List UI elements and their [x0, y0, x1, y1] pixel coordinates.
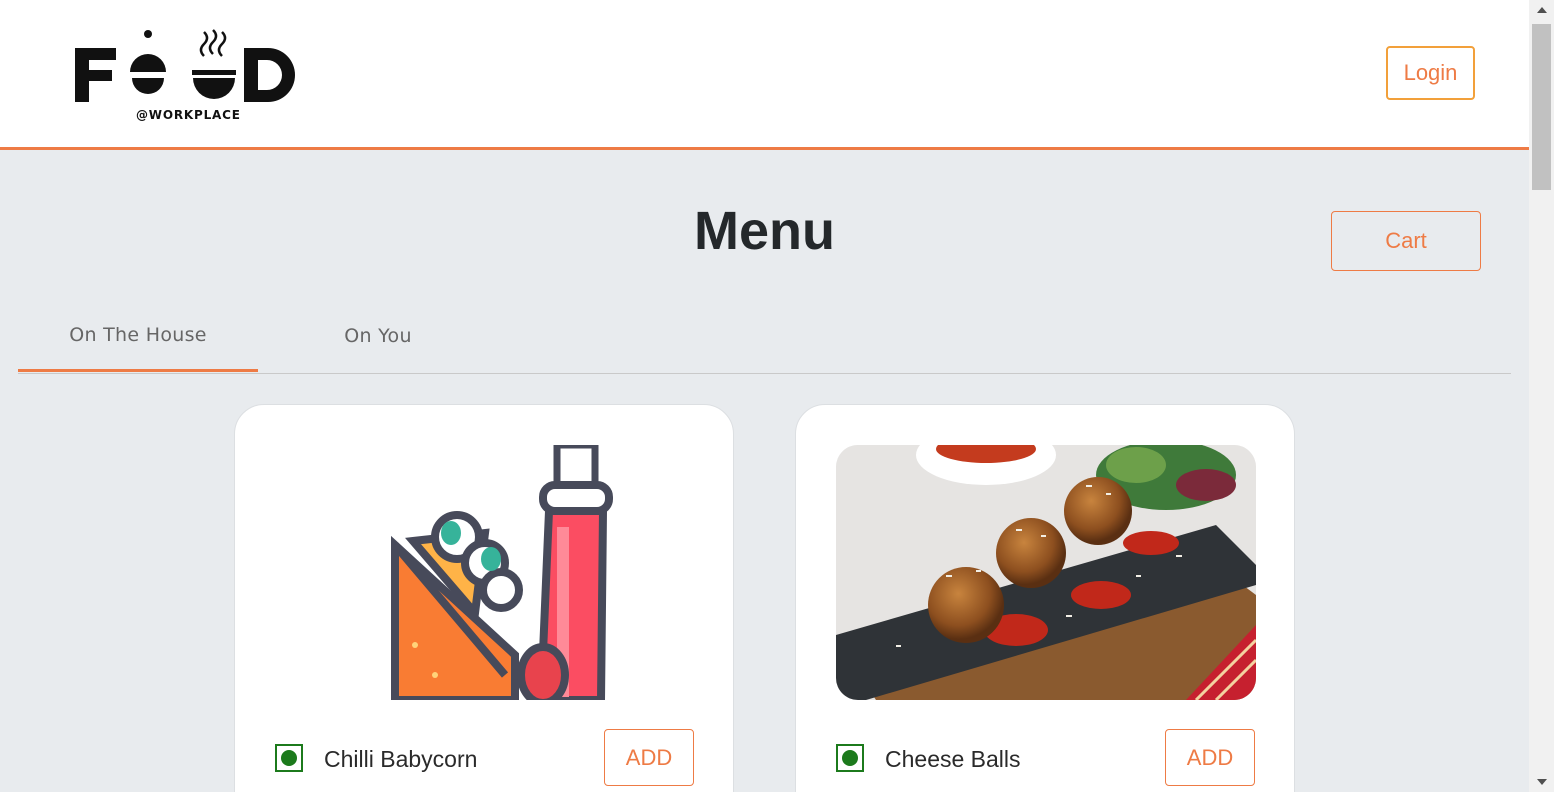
- veg-indicator-icon: [275, 744, 303, 772]
- wrap-and-ketchup-illustration: [275, 445, 695, 700]
- scroll-down-arrow-icon[interactable]: [1529, 772, 1554, 792]
- add-to-cart-button[interactable]: ADD: [1165, 729, 1255, 786]
- menu-item-card: Cheese Balls ADD: [795, 404, 1295, 792]
- cheese-balls-photo: [836, 445, 1256, 700]
- page-title: Menu: [694, 201, 835, 261]
- logo-subtext: @WORKPLACE: [136, 108, 241, 122]
- food-workplace-logo[interactable]: @WORKPLACE: [72, 26, 304, 126]
- login-button[interactable]: Login: [1386, 46, 1475, 100]
- cart-button[interactable]: Cart: [1331, 211, 1481, 271]
- site-header: @WORKPLACE Login: [0, 0, 1529, 150]
- tab-on-the-house[interactable]: On The House: [18, 300, 258, 372]
- scroll-up-arrow-icon[interactable]: [1529, 0, 1554, 20]
- item-name: Cheese Balls: [885, 746, 1021, 772]
- menu-item-card: Chilli Babycorn ADD: [234, 404, 734, 792]
- veg-indicator-icon: [836, 744, 864, 772]
- app-viewport: @WORKPLACE Login Menu Cart On The House …: [0, 0, 1529, 792]
- item-name: Chilli Babycorn: [324, 746, 478, 772]
- tab-on-you[interactable]: On You: [258, 300, 498, 372]
- menu-tabs: On The House On You: [18, 300, 1511, 374]
- add-to-cart-button[interactable]: ADD: [604, 729, 694, 786]
- vertical-scrollbar[interactable]: [1529, 0, 1554, 792]
- scrollbar-thumb[interactable]: [1532, 24, 1551, 190]
